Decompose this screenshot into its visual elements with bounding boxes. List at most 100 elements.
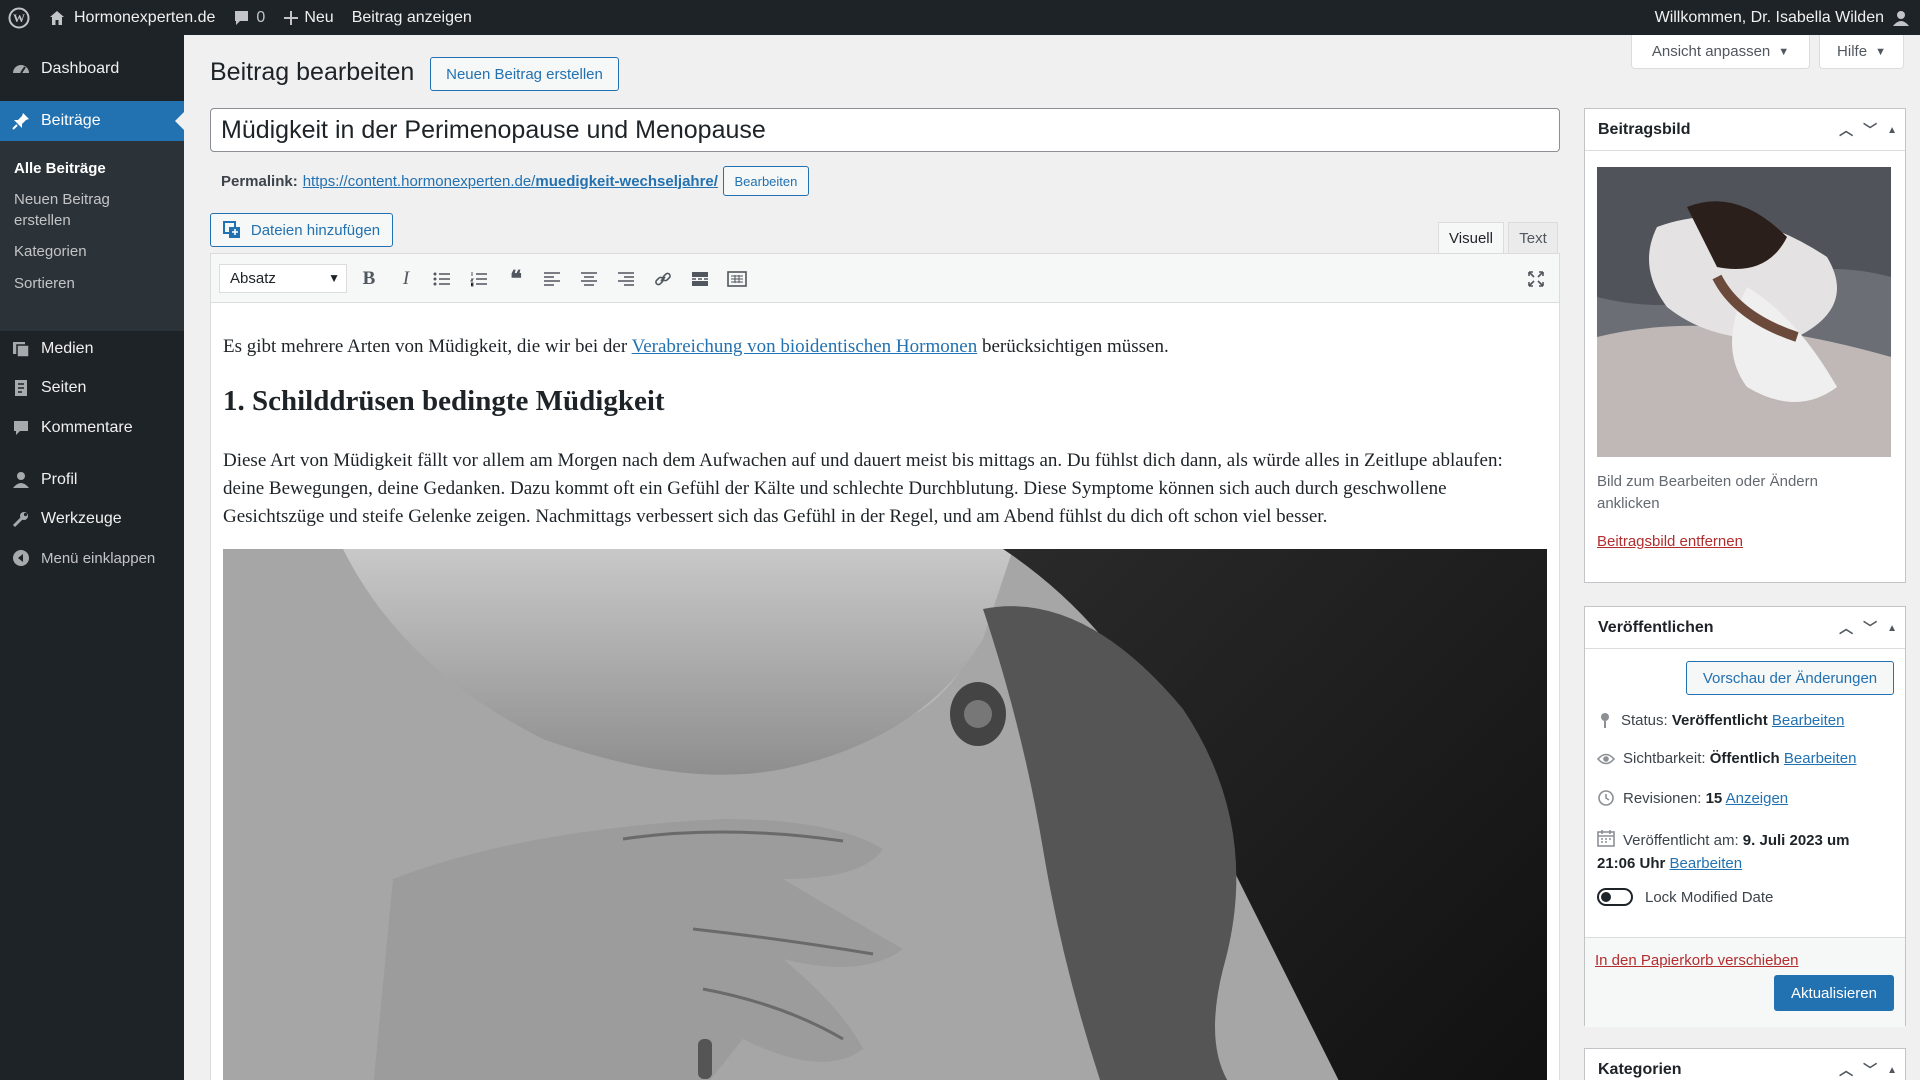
published-label: Veröffentlicht am: [1623, 832, 1739, 849]
submenu-sort[interactable]: Sortieren [14, 273, 174, 294]
collapse-icon [0, 548, 41, 568]
editor-tools: Dateien hinzufügen Visuell Text [210, 213, 1560, 253]
chevron-down-icon[interactable]: ﹀ [1863, 618, 1877, 638]
tab-text[interactable]: Text [1508, 222, 1558, 253]
collapse-triangle-icon[interactable]: ▲ [1887, 623, 1897, 634]
publish-header[interactable]: Veröffentlichen ︿ ﹀ ▲ [1585, 607, 1905, 649]
permalink-base: https://content.hormonexperten.de/ [302, 172, 536, 190]
sidebar-item-pages[interactable]: Seiten [0, 368, 184, 408]
post-title-text: Müdigkeit in der Perimenopause und Menop… [221, 115, 766, 144]
add-media-button[interactable]: Dateien hinzufügen [210, 213, 393, 247]
visibility-value: Öffentlich [1709, 750, 1780, 767]
bold-icon[interactable]: B [356, 266, 382, 292]
preview-changes-button[interactable]: Vorschau der Änderungen [1686, 661, 1894, 695]
featured-image-thumbnail[interactable] [1597, 167, 1891, 457]
bullet-list-icon[interactable] [429, 266, 455, 292]
screen-options-button[interactable]: Ansicht anpassen ▼ [1631, 35, 1810, 69]
published-time-row: 21:06 Uhr Bearbeiten [1597, 852, 1897, 875]
content-image[interactable] [223, 549, 1547, 1080]
align-left-icon[interactable] [539, 266, 565, 292]
sidebar-item-comments[interactable]: Kommentare [0, 408, 184, 448]
chevron-up-icon[interactable]: ︿ [1839, 618, 1853, 638]
permalink-link[interactable]: https://content.hormonexperten.de/muedig… [303, 173, 718, 190]
greeting: Willkommen, Dr. Isabella Wilden [1654, 8, 1884, 26]
published-edit-link[interactable]: Bearbeiten [1670, 855, 1743, 872]
view-post-link[interactable]: Beitrag anzeigen [343, 0, 481, 35]
sidebar-item-profile[interactable]: Profil [0, 460, 184, 500]
sidebar-item-label: Medien [41, 340, 94, 357]
site-name: Hormonexperten.de [74, 8, 216, 26]
post-title-input[interactable]: Müdigkeit in der Perimenopause und Menop… [210, 108, 1560, 152]
move-to-trash-link[interactable]: In den Papierkorb verschieben [1595, 952, 1798, 969]
chevron-up-icon[interactable]: ︿ [1839, 120, 1853, 140]
categories-header[interactable]: Kategorien ︿ ﹀ ▲ [1585, 1049, 1905, 1080]
calendar-icon [1597, 830, 1615, 847]
align-center-icon[interactable] [576, 266, 602, 292]
wrench-icon [0, 509, 41, 529]
hormones-link[interactable]: Verabreichung von bioidentischen Hormone… [632, 336, 978, 357]
view-post-label: Beitrag anzeigen [351, 8, 472, 26]
sidebar-item-media[interactable]: Medien [0, 329, 184, 369]
new-content-link[interactable]: Neu [274, 0, 342, 35]
help-button[interactable]: Hilfe ▼ [1819, 35, 1904, 69]
fullscreen-icon[interactable] [1523, 266, 1549, 292]
toolbar-toggle-icon[interactable] [724, 266, 750, 292]
permalink-slug: muedigkeit-wechseljahre/ [535, 172, 718, 190]
caret-down-icon: ▼ [1778, 45, 1790, 58]
tab-visual[interactable]: Visuell [1438, 222, 1504, 253]
permalink-row: Permalink: https://content.hormonexperte… [221, 166, 809, 196]
content-heading: 1. Schilddrüsen bedingte Müdigkeit [223, 385, 665, 417]
blockquote-icon[interactable]: ❝ [503, 266, 529, 292]
submenu-categories[interactable]: Kategorien [14, 241, 174, 262]
link-icon[interactable] [650, 266, 676, 292]
update-button[interactable]: Aktualisieren [1774, 975, 1894, 1011]
visibility-edit-link[interactable]: Bearbeiten [1784, 750, 1857, 767]
dashboard-icon [0, 59, 41, 79]
revisions-value: 15 [1705, 789, 1723, 807]
caret-down-icon: ▼ [1875, 45, 1886, 58]
add-media-label: Dateien hinzufügen [250, 221, 381, 239]
collapse-triangle-icon[interactable]: ▲ [1887, 125, 1897, 136]
paragraph-2: Diese Art von Müdigkeit fällt vor allem … [223, 450, 1503, 527]
editor-content[interactable]: Es gibt mehrere Arten von Müdigkeit, die… [210, 303, 1560, 1080]
sidebar-item-label: Profil [41, 471, 78, 488]
sidebar-item-tools[interactable]: Werkzeuge [0, 499, 184, 539]
admin-bar: W Hormonexperten.de 0 Neu Beitrag anzeig… [0, 0, 1920, 35]
chevron-down-icon[interactable]: ﹀ [1863, 1060, 1877, 1080]
featured-image-header[interactable]: Beitragsbild ︿ ﹀ ▲ [1585, 109, 1905, 151]
new-post-button[interactable]: Neuen Beitrag erstellen [430, 57, 619, 91]
comments-link[interactable]: 0 [224, 0, 274, 35]
publish-box: Veröffentlichen ︿ ﹀ ▲ Vorschau der Änder… [1584, 606, 1906, 1027]
site-name-link[interactable]: Hormonexperten.de [39, 0, 224, 35]
visibility-row: Sichtbarkeit: Öffentlich Bearbeiten [1597, 750, 1897, 767]
numbered-list-icon[interactable] [466, 266, 492, 292]
wordpress-logo-icon[interactable]: W [0, 0, 39, 35]
lock-modified-toggle[interactable] [1597, 888, 1633, 906]
paragraph-1-before: Es gibt mehrere Arten von Müdigkeit, die… [223, 336, 632, 357]
sidebar-collapse-menu[interactable]: Menü einklappen [0, 538, 184, 578]
submenu-new-post[interactable]: Neuen Beitrag erstellen [14, 189, 134, 231]
status-row: Status: Veröffentlicht Bearbeiten [1597, 711, 1897, 729]
chevron-down-icon[interactable]: ﹀ [1863, 120, 1877, 140]
help-label: Hilfe [1837, 43, 1868, 60]
sidebar-item-dashboard[interactable]: Dashboard [0, 49, 184, 89]
chevron-up-icon[interactable]: ︿ [1839, 1060, 1853, 1080]
published-date-row: Veröffentlicht am: 9. Juli 2023 um [1597, 829, 1897, 852]
permalink-edit-button[interactable]: Bearbeiten [722, 166, 809, 196]
format-select[interactable]: Absatz ▼ [219, 264, 347, 293]
read-more-icon[interactable] [687, 266, 713, 292]
add-media-icon [222, 221, 240, 238]
status-edit-link[interactable]: Bearbeiten [1772, 712, 1845, 729]
remove-featured-image-link[interactable]: Beitragsbild entfernen [1597, 533, 1743, 550]
italic-icon[interactable]: I [393, 266, 419, 292]
media-icon [0, 339, 41, 359]
published-time: 21:06 Uhr [1597, 855, 1666, 872]
status-label: Status: [1621, 711, 1668, 729]
align-right-icon[interactable] [613, 266, 639, 292]
submenu-all-posts[interactable]: Alle Beiträge [14, 158, 174, 179]
collapse-triangle-icon[interactable]: ▲ [1887, 1065, 1897, 1076]
published-date: 9. Juli 2023 um [1742, 832, 1850, 849]
sidebar-item-posts[interactable]: Beiträge [0, 101, 184, 141]
my-account[interactable]: Willkommen, Dr. Isabella Wilden [1655, 0, 1910, 35]
revisions-link[interactable]: Anzeigen [1726, 790, 1789, 807]
